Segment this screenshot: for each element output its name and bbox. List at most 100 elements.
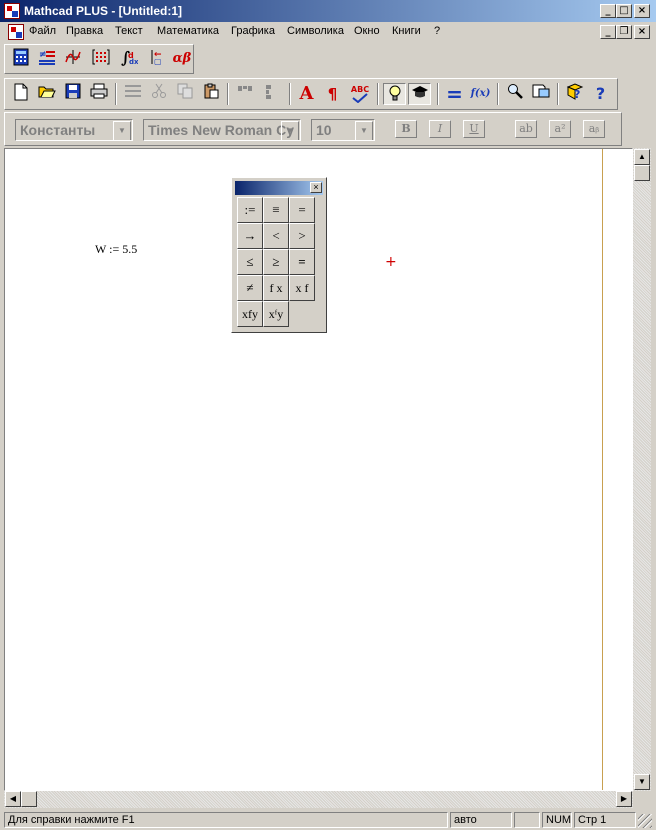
svg-text:dx: dx <box>129 58 138 66</box>
app-icon[interactable] <box>4 3 20 19</box>
postfix-operator-button[interactable]: x f <box>289 275 315 301</box>
evaluate-button[interactable]: = <box>289 197 315 223</box>
menu-window[interactable]: Окно <box>354 25 380 37</box>
menu-file[interactable]: Файл <box>29 25 56 37</box>
status-num: NUM <box>542 812 572 828</box>
maximize-button[interactable]: □ <box>616 4 632 18</box>
resize-grip-icon[interactable] <box>638 814 652 828</box>
calculator-icon[interactable] <box>9 48 32 70</box>
doc-minimize-button[interactable]: _ <box>600 25 616 39</box>
doc-close-button[interactable]: × <box>634 25 650 39</box>
palette-title-bar[interactable]: × <box>235 181 323 195</box>
horizontal-scrollbar[interactable]: ◀ ▶ <box>4 791 633 808</box>
subscript-button[interactable]: ab <box>515 120 537 138</box>
print-icon[interactable] <box>87 83 110 105</box>
style-select[interactable]: Константы ▼ <box>15 119 133 141</box>
menu-text[interactable]: Текст <box>115 25 143 37</box>
paragraph-icon[interactable]: ¶ <box>321 83 344 105</box>
graduation-cap-icon[interactable] <box>408 83 431 105</box>
horizontal-scroll-thumb[interactable] <box>21 791 37 807</box>
infix-operator-button[interactable]: xfy <box>237 301 263 327</box>
definition-button[interactable]: := <box>237 197 263 223</box>
title-bar[interactable]: Mathcad PLUS - [Untitled:1] _ □ × <box>0 0 656 22</box>
scroll-right-button[interactable]: ▶ <box>616 791 632 807</box>
save-icon[interactable] <box>61 83 84 105</box>
menu-symbolics[interactable]: Символика <box>287 25 344 37</box>
text-region-icon[interactable]: A <box>295 83 318 105</box>
scroll-corner <box>633 791 651 808</box>
math-region[interactable]: W := 5.5 <box>95 242 137 257</box>
help-book-icon[interactable]: ? <box>563 83 586 105</box>
vertical-scrollbar[interactable]: ▲ ▼ <box>633 148 651 791</box>
chevron-down-icon[interactable]: ▼ <box>355 121 373 140</box>
bold-button[interactable]: B <box>395 120 417 138</box>
programming-icon[interactable]: ← ▢ <box>145 48 168 70</box>
menu-edit[interactable]: Правка <box>66 25 103 37</box>
italic-button[interactable]: I <box>429 120 451 138</box>
menu-help[interactable]: ? <box>434 25 440 37</box>
menu-math[interactable]: Математика <box>157 25 219 37</box>
greek-icon[interactable]: αβ <box>171 48 193 70</box>
calculate-icon[interactable]: = <box>443 83 466 105</box>
right-margin-line <box>602 149 603 790</box>
graph-icon[interactable] <box>61 48 84 70</box>
align-across-icon[interactable] <box>233 83 256 105</box>
scroll-up-button[interactable]: ▲ <box>634 149 650 165</box>
close-button[interactable]: × <box>634 4 650 18</box>
greater-equal-button[interactable]: ≥ <box>263 249 289 275</box>
close-icon[interactable]: × <box>310 182 322 193</box>
menu-books[interactable]: Книги <box>392 25 421 37</box>
font-select[interactable]: Times New Roman Cy ▼ <box>143 119 301 141</box>
greater-than-button[interactable]: > <box>289 223 315 249</box>
global-definition-button[interactable]: ≡ <box>263 197 289 223</box>
zoom-icon[interactable] <box>503 83 526 105</box>
toolbar-separator <box>437 83 439 105</box>
size-select[interactable]: 10 ▼ <box>311 119 375 141</box>
font-select-value: Times New Roman Cy <box>148 122 295 138</box>
menu-graphics[interactable]: Графика <box>231 25 275 37</box>
cut-icon[interactable] <box>147 83 170 105</box>
minimize-button[interactable]: _ <box>600 4 616 18</box>
chevron-down-icon[interactable]: ▼ <box>281 121 299 140</box>
scroll-down-button[interactable]: ▼ <box>634 774 650 790</box>
subscript-alt-button[interactable]: aᵦ <box>583 120 605 138</box>
menu-bar: Файл Правка Текст Математика Графика Сим… <box>0 22 656 42</box>
scroll-left-button[interactable]: ◀ <box>5 791 21 807</box>
doc-restore-button[interactable]: ❐ <box>616 25 632 39</box>
paste-icon[interactable] <box>199 83 222 105</box>
superscript-button[interactable]: a² <box>549 120 571 138</box>
align-down-icon[interactable] <box>259 83 282 105</box>
boolean-equal-button[interactable]: = <box>289 249 315 275</box>
lightbulb-icon[interactable] <box>383 83 406 105</box>
evaluation-icon[interactable]: ≠ <box>35 48 58 70</box>
treefix-operator-button[interactable]: xᶠy <box>263 301 289 327</box>
crosshair-cursor: + <box>385 254 397 270</box>
copy-icon[interactable] <box>173 83 196 105</box>
resources-icon[interactable] <box>529 83 552 105</box>
spellcheck-icon[interactable]: ABC <box>347 83 373 105</box>
symbolic-evaluate-button[interactable]: → <box>237 223 263 249</box>
toolbar-separator <box>115 83 117 105</box>
underline-button[interactable]: U <box>463 120 485 138</box>
less-than-button[interactable]: < <box>263 223 289 249</box>
less-equal-button[interactable]: ≤ <box>237 249 263 275</box>
status-help-text: Для справки нажмите F1 <box>4 812 448 828</box>
chevron-down-icon[interactable]: ▼ <box>113 121 131 140</box>
not-equal-button[interactable]: ≠ <box>237 275 263 301</box>
new-icon[interactable] <box>9 83 32 105</box>
svg-text:≠: ≠ <box>39 50 47 60</box>
vertical-scroll-thumb[interactable] <box>634 165 650 181</box>
status-bar: Для справки нажмите F1 авто NUM Стр 1 <box>0 810 656 830</box>
prefix-operator-button[interactable]: f x <box>263 275 289 301</box>
function-icon[interactable]: f(x) <box>469 83 492 105</box>
document-icon[interactable] <box>8 24 24 40</box>
open-icon[interactable] <box>35 83 58 105</box>
status-empty <box>514 812 540 828</box>
toolbar-separator <box>497 83 499 105</box>
help-icon[interactable]: ? <box>589 83 612 105</box>
svg-text:▢: ▢ <box>154 57 162 66</box>
toolbar-separator <box>377 83 379 105</box>
matrix-icon[interactable] <box>89 48 112 70</box>
check-spelling-icon[interactable] <box>121 83 144 105</box>
calculus-icon[interactable]: ∫ d dx <box>117 48 140 70</box>
